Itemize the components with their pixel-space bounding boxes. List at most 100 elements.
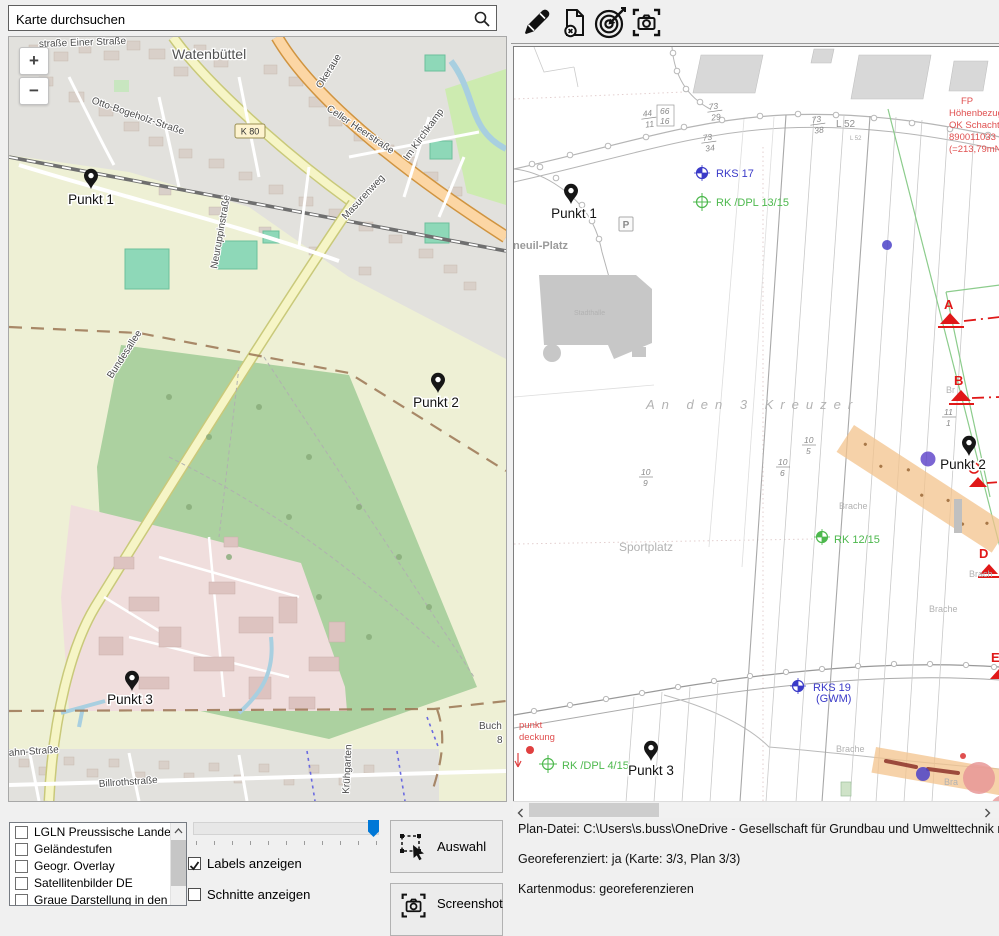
road-badge-k80: K 80 — [235, 124, 265, 138]
zoom-out-button[interactable]: − — [19, 77, 49, 105]
rkdpl1315-label: RK /DPL 13/15 — [716, 197, 789, 209]
search-icon[interactable] — [474, 11, 490, 32]
boundary-label-8: 8 — [497, 735, 503, 746]
svg-text:B: B — [954, 373, 963, 388]
street-an-den-3-kreuzer: An den 3 Kreuzer — [645, 397, 859, 412]
layer-list[interactable]: LGLN Preussische Lande Geländestufen Geo… — [9, 822, 187, 906]
svg-text:FP: FP — [961, 96, 973, 107]
camera-icon[interactable] — [631, 7, 665, 39]
boundary-label-buch: Buch — [479, 721, 502, 732]
svg-text:Punkt 3: Punkt 3 — [628, 763, 674, 778]
svg-text:10: 10 — [641, 467, 651, 477]
svg-text:Punkt 1: Punkt 1 — [551, 206, 597, 221]
l52-label-small: L 52 — [850, 136, 862, 142]
svg-text:73: 73 — [811, 114, 822, 125]
layer-checkbox[interactable] — [15, 843, 28, 856]
svg-text:66: 66 — [660, 106, 670, 116]
screenshot-icon — [400, 892, 428, 925]
slider-tick — [268, 841, 269, 845]
scroll-right-icon[interactable] — [982, 805, 996, 815]
svg-text:punkt: punkt — [519, 720, 543, 731]
sportplatz-label: Sportplatz — [619, 540, 673, 554]
selection-icon — [399, 833, 429, 866]
svg-text:9: 9 — [643, 478, 648, 488]
osm-map[interactable]: straße Einer Straße Watenbüttel Otto-Bog… — [8, 36, 507, 802]
plan-canvas: Stadthalle P FP Höhenbezug OK Schachtd 8… — [514, 47, 999, 802]
svg-text:44: 44 — [642, 108, 653, 119]
parking-icon: P — [619, 217, 633, 231]
svg-text:10: 10 — [804, 435, 814, 445]
svg-text:Punkt 3: Punkt 3 — [107, 692, 153, 707]
layer-checkbox[interactable] — [15, 894, 28, 906]
svg-text:K 80: K 80 — [241, 127, 260, 137]
map-search-box[interactable] — [8, 5, 497, 31]
layer-item-gelaendestufen[interactable]: Geländestufen — [10, 841, 186, 857]
svg-text:16: 16 — [660, 116, 670, 126]
svg-text:5: 5 — [806, 446, 811, 456]
rkdpl415-label: RK /DPL 4/15 — [562, 760, 629, 772]
plan-horizontal-scrollbar[interactable] — [513, 801, 999, 818]
osm-map-canvas: straße Einer Straße Watenbüttel Otto-Bog… — [9, 37, 506, 801]
layer-checkbox[interactable] — [15, 860, 28, 873]
slider-tick — [304, 841, 305, 845]
platz-label: ineuil-Platz — [514, 240, 569, 252]
search-input[interactable] — [14, 7, 473, 31]
pencil-icon[interactable] — [519, 7, 553, 39]
layer-item-satellitenbilder[interactable]: Satellitenbilder DE — [10, 875, 186, 891]
svg-text:D: D — [979, 546, 988, 561]
brache-label-6: Br — [946, 385, 955, 395]
svg-text:38: 38 — [814, 124, 825, 135]
layer-item-graue-darstellung[interactable]: Graue Darstellung in den — [10, 892, 186, 906]
plan-toolbar — [511, 0, 999, 44]
scrollbar-thumb[interactable] — [171, 840, 186, 886]
svg-text:Höhenbezug: Höhenbezug — [949, 108, 999, 119]
monument-rect — [954, 499, 962, 533]
status-plan-file: Plan-Datei: C:\Users\s.buss\OneDrive - G… — [518, 822, 999, 836]
status-georeferenced: Georeferenziert: ja (Karte: 3/3, Plan 3/… — [518, 852, 740, 866]
town-label: Watenbüttel — [172, 46, 246, 62]
svg-text:10: 10 — [778, 457, 788, 467]
layer-checkbox[interactable] — [15, 826, 28, 839]
small-green-rect — [841, 782, 851, 796]
labels-anzeigen-checkbox[interactable] — [188, 857, 201, 870]
svg-text:73: 73 — [708, 101, 719, 112]
svg-text:E: E — [991, 650, 999, 665]
plan-view[interactable]: Stadthalle P FP Höhenbezug OK Schachtd 8… — [513, 46, 999, 803]
schnitte-anzeigen-checkbox[interactable] — [188, 888, 201, 901]
green-square — [114, 80, 129, 92]
layer-list-scrollbar[interactable] — [170, 823, 186, 905]
svg-text:Punkt 2: Punkt 2 — [413, 395, 459, 410]
scroll-left-icon[interactable] — [516, 805, 530, 815]
svg-text:OK Schachtd: OK Schachtd — [949, 120, 999, 131]
svg-text:1: 1 — [946, 418, 951, 428]
file-remove-icon[interactable] — [558, 7, 592, 39]
brache-label-1: Brache — [839, 501, 868, 511]
opacity-slider[interactable] — [193, 822, 379, 835]
slider-tick — [322, 841, 323, 845]
brache-label-4: Brache — [836, 744, 865, 754]
auswahl-button[interactable]: Auswahl — [390, 820, 503, 873]
scroll-up-icon[interactable] — [171, 823, 186, 838]
svg-text:(=213,79mNH: (=213,79mNH — [949, 144, 999, 155]
svg-text:Punkt 2: Punkt 2 — [940, 457, 986, 472]
layer-item-lgln[interactable]: LGLN Preussische Lande — [10, 824, 186, 840]
svg-text:34: 34 — [705, 142, 716, 153]
slider-tick — [286, 841, 287, 845]
stadthalle-label: Stadthalle — [574, 310, 605, 317]
target-icon[interactable] — [594, 7, 628, 39]
slider-tick — [196, 841, 197, 845]
scrollbar-thumb[interactable] — [529, 803, 659, 817]
layer-item-geogr-overlay[interactable]: Geogr. Overlay — [10, 858, 186, 874]
svg-text:A: A — [944, 297, 954, 312]
slider-tick — [376, 841, 377, 845]
svg-text:P: P — [623, 220, 630, 231]
layer-checkbox[interactable] — [15, 877, 28, 890]
svg-text:6: 6 — [780, 468, 785, 478]
zoom-in-button[interactable]: + — [19, 47, 49, 75]
slider-tick — [214, 841, 215, 845]
status-map-mode: Kartenmodus: georeferenzieren — [518, 882, 694, 896]
svg-text:73: 73 — [702, 132, 713, 143]
schnitte-anzeigen-label: Schnitte anzeigen — [207, 887, 310, 902]
rk1215-label: RK 12/15 — [834, 534, 880, 546]
screenshot-button[interactable]: Screenshot — [390, 883, 503, 936]
